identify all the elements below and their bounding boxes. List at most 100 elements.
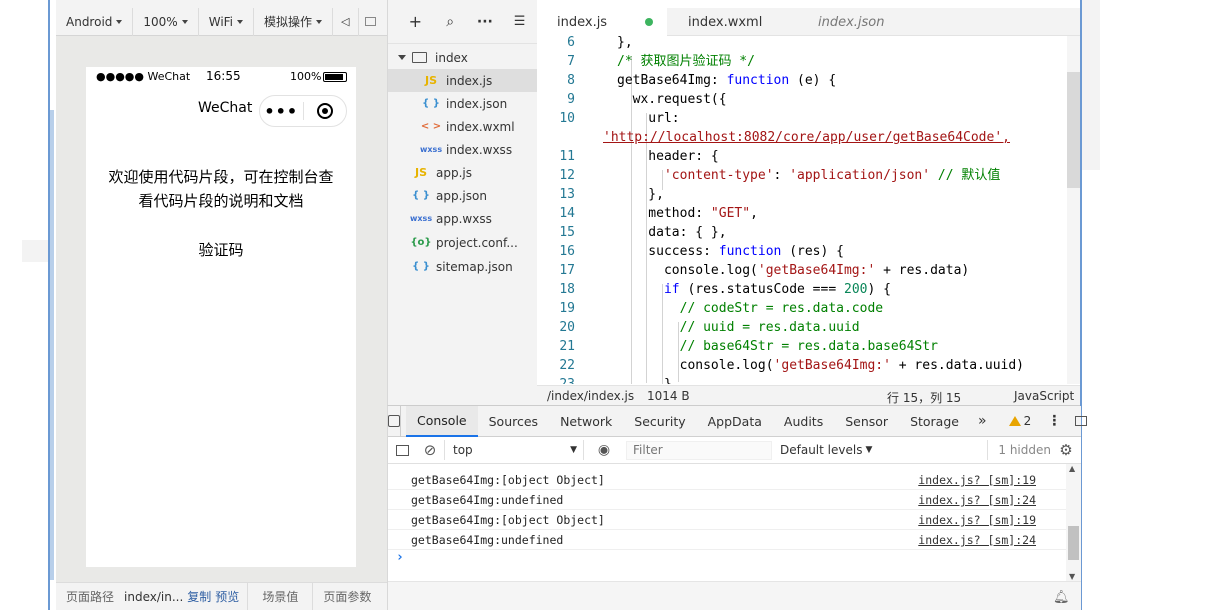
file-index-json[interactable]: { } index.json bbox=[388, 92, 538, 115]
background-right bbox=[1082, 0, 1219, 610]
operation-select[interactable]: 模拟操作 bbox=[254, 7, 334, 36]
console-source-link[interactable]: index.js? [sm]:24 bbox=[918, 533, 1036, 547]
tab-sensor[interactable]: Sensor bbox=[834, 406, 899, 437]
console-filter-input[interactable] bbox=[626, 440, 772, 460]
dock-icon[interactable] bbox=[1071, 406, 1091, 437]
file-size: 1014 B bbox=[647, 389, 690, 403]
tab-audits[interactable]: Audits bbox=[773, 406, 834, 437]
close-miniprogram-button[interactable] bbox=[303, 103, 346, 119]
scrollbar-thumb[interactable] bbox=[1067, 72, 1080, 188]
code-line[interactable]: 9 wx.request({ bbox=[537, 90, 1067, 109]
console-source-link[interactable]: index.js? [sm]:19 bbox=[918, 473, 1036, 487]
code-line[interactable]: 16 success: function (res) { bbox=[537, 242, 1067, 261]
file-project-config[interactable]: {o} project.conf... bbox=[388, 231, 538, 254]
line-number: 15 bbox=[559, 225, 575, 240]
wxml-file-icon: < > bbox=[420, 121, 442, 132]
code-text: url: bbox=[617, 111, 680, 126]
code-line[interactable]: 6}, bbox=[537, 36, 1067, 52]
code-line[interactable]: 12 'content-type': 'application/json' //… bbox=[537, 166, 1067, 185]
code-line[interactable]: 'http://localhost:8082/core/app/user/get… bbox=[537, 128, 1067, 147]
more-icon[interactable]: ··· bbox=[468, 14, 503, 30]
code-line[interactable]: 7 /* 获取图片验证码 */ bbox=[537, 52, 1067, 71]
context-select[interactable]: top ▼ bbox=[444, 440, 584, 460]
console-source-link[interactable]: index.js? [sm]:24 bbox=[918, 493, 1036, 507]
code-line[interactable]: 15 data: { }, bbox=[537, 223, 1067, 242]
tab-appdata[interactable]: AppData bbox=[697, 406, 773, 437]
code-line[interactable]: 18 if (res.statusCode === 200) { bbox=[537, 280, 1067, 299]
language-mode[interactable]: JavaScript bbox=[1014, 389, 1074, 403]
file-index-js[interactable]: JS index.js bbox=[388, 69, 538, 92]
console-message: getBase64Img:undefined index.js? [sm]:24 bbox=[388, 530, 1066, 550]
code-line[interactable]: 8 getBase64Img: function (e) { bbox=[537, 71, 1067, 90]
file-index-wxml[interactable]: < > index.wxml bbox=[388, 115, 538, 138]
scene-button[interactable]: 场景值 bbox=[248, 583, 312, 610]
collapse-icon[interactable]: ☰ bbox=[502, 14, 537, 29]
tab-index-json[interactable]: index.json bbox=[797, 8, 927, 36]
chevron-down-icon bbox=[237, 19, 244, 24]
tab-storage[interactable]: Storage bbox=[899, 406, 970, 437]
code-line[interactable]: 14 method: "GET", bbox=[537, 204, 1067, 223]
more-tabs-button[interactable]: » bbox=[970, 406, 995, 437]
captcha-label[interactable]: 验证码 bbox=[86, 239, 356, 260]
clear-console-icon[interactable]: ⊘ bbox=[416, 441, 444, 459]
scroll-up-icon[interactable]: ▲ bbox=[1069, 464, 1075, 473]
code-line[interactable]: 17 console.log('getBase64Img:' + res.dat… bbox=[537, 261, 1067, 280]
mute-button[interactable]: ◁ bbox=[333, 7, 359, 36]
params-button[interactable]: 页面参数 bbox=[313, 583, 381, 610]
line-number: 13 bbox=[559, 187, 575, 202]
line-number: 12 bbox=[559, 168, 575, 183]
warnings-count: 2 bbox=[1023, 414, 1032, 428]
code-line[interactable]: 13 }, bbox=[537, 185, 1067, 204]
editor-scrollbar[interactable] bbox=[1067, 36, 1080, 384]
tab-network[interactable]: Network bbox=[549, 406, 623, 437]
file-index-wxss[interactable]: wxss index.wxss bbox=[388, 138, 538, 161]
inspect-element-button[interactable] bbox=[388, 405, 401, 437]
code-line[interactable]: 22 console.log('getBase64Img:' + res.dat… bbox=[537, 356, 1067, 375]
code-line[interactable]: 10 url: bbox=[537, 109, 1067, 128]
cursor-position[interactable]: 行 15，列 15 bbox=[887, 389, 961, 406]
chevron-down-icon bbox=[116, 19, 123, 24]
gear-icon[interactable]: ⚙ bbox=[1051, 441, 1081, 459]
search-icon[interactable]: ⌕ bbox=[433, 14, 468, 30]
tab-index-js[interactable]: index.js bbox=[537, 8, 667, 36]
tab-console[interactable]: Console bbox=[406, 405, 478, 437]
scrollbar-thumb[interactable] bbox=[1068, 526, 1079, 560]
bell-icon[interactable]: 🔔︎ bbox=[1053, 590, 1070, 605]
kebab-menu-icon[interactable]: ⋮ bbox=[1037, 406, 1071, 437]
detach-button[interactable] bbox=[359, 8, 382, 36]
device-select[interactable]: Android bbox=[56, 7, 134, 36]
warnings-badge[interactable]: 2 bbox=[1003, 414, 1038, 428]
code-area[interactable]: 6}, 7 /* 获取图片验证码 */ 8 getBase64Img: function… bbox=[537, 36, 1067, 384]
file-sitemap-json[interactable]: { } sitemap.json bbox=[388, 255, 538, 278]
more-icon[interactable]: ••• bbox=[260, 102, 303, 121]
preview-link[interactable]: 预览 bbox=[215, 588, 239, 605]
tab-index-wxml[interactable]: index.wxml bbox=[667, 8, 797, 36]
scroll-down-icon[interactable]: ▼ bbox=[1069, 572, 1075, 581]
network-select[interactable]: WiFi bbox=[199, 7, 255, 36]
code-line[interactable]: 23 } bbox=[537, 375, 1067, 384]
config-file-icon: {o} bbox=[410, 237, 432, 248]
console-scrollbar[interactable]: ▲ ▼ bbox=[1066, 464, 1081, 581]
console-source-link[interactable]: index.js? [sm]:19 bbox=[918, 513, 1036, 527]
console-prompt-icon[interactable]: › bbox=[396, 550, 404, 565]
code-line[interactable]: 19 // codeStr = res.data.code bbox=[537, 299, 1067, 318]
eye-icon[interactable]: ◉ bbox=[590, 442, 618, 458]
code-line[interactable]: 11 header: { bbox=[537, 147, 1067, 166]
phone-screen: ●●●●● WeChat 16:55 100% WeChat ••• 欢迎使用代… bbox=[86, 67, 356, 567]
tab-sources[interactable]: Sources bbox=[478, 406, 549, 437]
caret-down-icon: ▼ bbox=[865, 445, 873, 455]
file-app-json[interactable]: { } app.json bbox=[388, 184, 538, 207]
copy-link[interactable]: 复制 bbox=[187, 588, 211, 605]
add-icon[interactable]: + bbox=[398, 12, 433, 31]
log-levels-select[interactable]: Default levels ▼ bbox=[780, 443, 872, 457]
tab-security[interactable]: Security bbox=[623, 406, 696, 437]
file-app-wxss[interactable]: wxss app.wxss bbox=[388, 207, 538, 230]
code-line[interactable]: 20 // uuid = res.data.uuid bbox=[537, 318, 1067, 337]
code-text: success: function (res) { bbox=[617, 244, 844, 259]
code-line[interactable]: 21 // base64Str = res.data.base64Str bbox=[537, 337, 1067, 356]
folder-index[interactable]: index bbox=[388, 46, 538, 69]
zoom-select[interactable]: 100% bbox=[133, 7, 199, 36]
sidebar-toggle-icon[interactable] bbox=[388, 444, 416, 456]
file-app-js[interactable]: JS app.js bbox=[388, 161, 538, 184]
code-text: // uuid = res.data.uuid bbox=[617, 320, 860, 335]
